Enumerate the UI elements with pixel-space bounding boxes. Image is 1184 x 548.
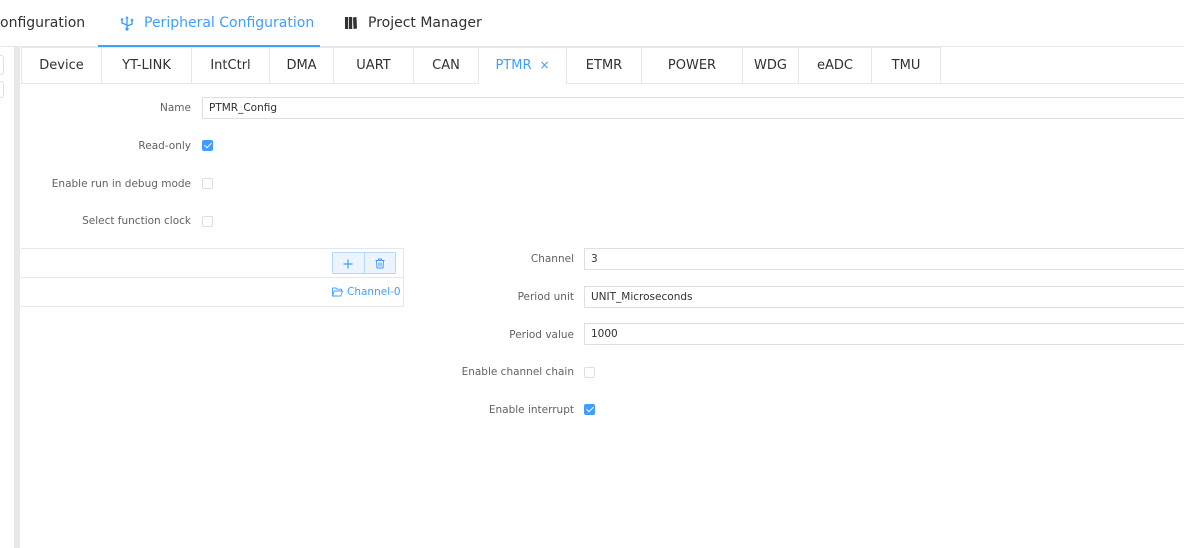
tab-device[interactable]: Device (21, 47, 101, 84)
channel-item-label: Channel-0 (347, 286, 401, 298)
tab-label: WDG (754, 58, 787, 73)
tab-eadc[interactable]: eADC (798, 47, 871, 84)
tab-label: Device (39, 58, 84, 73)
collapsed-panel-button[interactable] (0, 55, 4, 75)
peripheral-tabs: Device YT-LINK IntCtrl DMA UART CAN PTMR… (21, 47, 1184, 84)
close-icon[interactable]: × (539, 58, 549, 72)
trash-icon (375, 254, 385, 273)
channel-label: Channel (530, 253, 574, 265)
enable-interrupt-label: Enable interrupt (488, 404, 574, 416)
tab-tmu[interactable]: TMU (871, 47, 941, 84)
collapsed-panel-button[interactable] (0, 81, 4, 98)
tab-label: YT-LINK (122, 58, 171, 73)
nav-tab-peripheral-configuration[interactable]: Peripheral Configuration (98, 0, 320, 47)
nav-tab-label: onfiguration (0, 15, 86, 31)
tab-yt-link[interactable]: YT-LINK (101, 47, 191, 84)
tab-power[interactable]: POWER (641, 47, 742, 84)
top-navigation: onfiguration Peripheral Configuration Pr… (0, 0, 1184, 47)
nav-tab-label: Project Manager (368, 15, 482, 31)
nav-tab-label: Peripheral Configuration (144, 15, 315, 31)
channel-list-item[interactable]: Channel-0 (332, 284, 401, 300)
function-clock-checkbox[interactable] (202, 216, 213, 227)
folder-open-icon (332, 287, 343, 297)
channel-toolbar (21, 249, 403, 278)
tab-label: TMU (891, 58, 921, 73)
period-value-input[interactable]: 1000 (584, 323, 1184, 345)
tab-label: DMA (286, 58, 317, 73)
tab-wdg[interactable]: WDG (742, 47, 798, 84)
channel-list-panel: Channel-0 (21, 248, 404, 307)
channel-button-group (332, 252, 396, 274)
name-input[interactable]: PTMR_Config (202, 97, 1184, 119)
usb-icon (118, 14, 136, 32)
channel-chain-checkbox[interactable] (584, 367, 595, 378)
tab-label: ETMR (585, 58, 623, 73)
tab-intctrl[interactable]: IntCtrl (191, 47, 269, 84)
channel-chain-label: Enable channel chain (461, 366, 574, 378)
tab-can[interactable]: CAN (413, 47, 478, 84)
channel-input[interactable]: 3 (584, 248, 1184, 270)
period-unit-label: Period unit (517, 291, 574, 303)
period-unit-select[interactable]: UNIT_Microseconds (584, 286, 1184, 308)
name-label: Name (160, 102, 191, 114)
debug-mode-checkbox[interactable] (202, 178, 213, 189)
read-only-label: Read-only (138, 140, 191, 152)
tab-uart[interactable]: UART (333, 47, 413, 84)
book-icon (342, 14, 360, 32)
tab-label: UART (356, 58, 391, 73)
tab-label: PTMR (495, 57, 532, 73)
function-clock-label: Select function clock (82, 215, 191, 227)
nav-tab-project-manager[interactable]: Project Manager (342, 0, 482, 46)
enable-interrupt-checkbox[interactable] (584, 404, 595, 415)
nav-tab-configuration[interactable]: onfiguration (0, 0, 98, 46)
panel-splitter[interactable] (14, 47, 20, 548)
add-channel-button[interactable] (333, 253, 364, 273)
tabs-top-border (21, 47, 941, 48)
read-only-checkbox[interactable] (202, 140, 213, 151)
tab-label: CAN (432, 58, 460, 73)
tab-ptmr[interactable]: PTMR × (478, 47, 566, 84)
tab-etmr[interactable]: ETMR (566, 47, 641, 84)
tab-label: POWER (667, 58, 717, 73)
left-panel-edge (0, 47, 14, 548)
debug-mode-label: Enable run in debug mode (51, 178, 191, 190)
plus-icon (343, 254, 353, 273)
tab-dma[interactable]: DMA (269, 47, 333, 84)
period-value-label: Period value (509, 329, 574, 341)
tab-label: IntCtrl (210, 58, 251, 73)
tab-label: eADC (817, 58, 853, 73)
delete-channel-button[interactable] (363, 253, 396, 273)
app-window: onfiguration Peripheral Configuration Pr… (0, 0, 1184, 548)
